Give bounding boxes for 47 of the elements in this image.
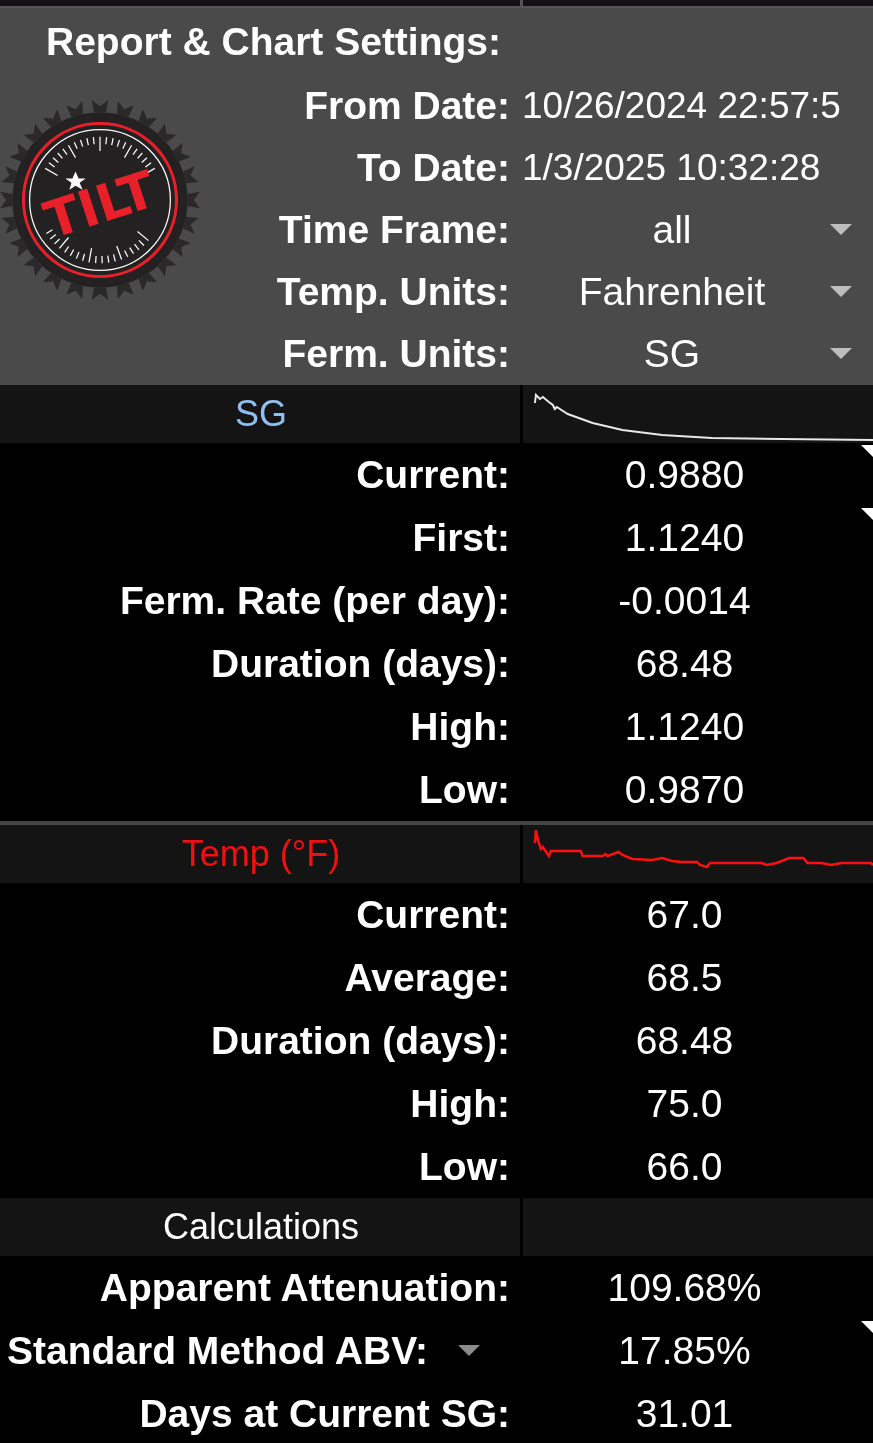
stat-label: First: [412, 515, 510, 560]
stat-label: Current: [356, 452, 510, 497]
dropdown[interactable]: all [510, 199, 863, 261]
stat-label: Average: [344, 955, 510, 1000]
setting-value: 1/3/2025 10:32:28 [521, 146, 821, 190]
dropdown[interactable]: SG [510, 323, 863, 385]
stat-value: 0.9880 [624, 452, 745, 497]
stat-value: 109.68% [607, 1265, 762, 1310]
stat-value: 17.85% [618, 1328, 751, 1373]
stat-value: 1.1240 [624, 515, 745, 560]
stat-label: Apparent Attenuation: [99, 1265, 510, 1310]
settings-title: Report & Chart Settings: [45, 19, 501, 64]
caret-icon [830, 286, 852, 298]
caret-icon[interactable] [458, 1344, 480, 1357]
stat-label: Days at Current SG: [139, 1391, 510, 1436]
stat-value: 31.01 [635, 1391, 734, 1436]
caret-icon [830, 224, 852, 236]
setting-label: To Date: [356, 146, 510, 190]
stat-value: 75.0 [646, 1081, 723, 1126]
stat-label: Ferm. Rate (per day): [119, 578, 510, 623]
stat-value: 0.9870 [624, 767, 745, 812]
stat-value: 66.0 [646, 1144, 723, 1189]
stat-label: High: [410, 704, 510, 749]
setting-label: Temp. Units: [276, 270, 510, 314]
stat-label: Duration (days): [211, 1018, 510, 1063]
caret-icon [830, 348, 852, 360]
stat-label: Low: [419, 767, 510, 812]
stat-value: 68.48 [635, 641, 734, 686]
setting-value: 10/26/2024 22:57:5 [521, 84, 841, 128]
stat-value: 68.5 [646, 955, 723, 1000]
section-title: SG [235, 393, 287, 435]
section-title: Calculations [162, 1206, 360, 1248]
setting-label: Time Frame: [278, 208, 510, 252]
stat-label: Standard Method ABV: [6, 1328, 428, 1373]
section-title: Temp (°F) [181, 833, 341, 875]
stat-value: -0.0014 [618, 578, 751, 623]
setting-label: From Date: [304, 84, 510, 128]
dropdown[interactable]: Fahrenheit [510, 261, 863, 323]
setting-label: Ferm. Units: [282, 332, 510, 376]
stat-value: 1.1240 [624, 704, 745, 749]
stat-label: High: [410, 1081, 510, 1126]
stat-value: 68.48 [635, 1018, 734, 1063]
stat-label: Current: [356, 892, 510, 937]
stat-label: Low: [419, 1144, 510, 1189]
logo-drawing: TILT [0, 98, 202, 302]
stat-value: 67.0 [646, 892, 723, 937]
stat-label: Duration (days): [211, 641, 510, 686]
